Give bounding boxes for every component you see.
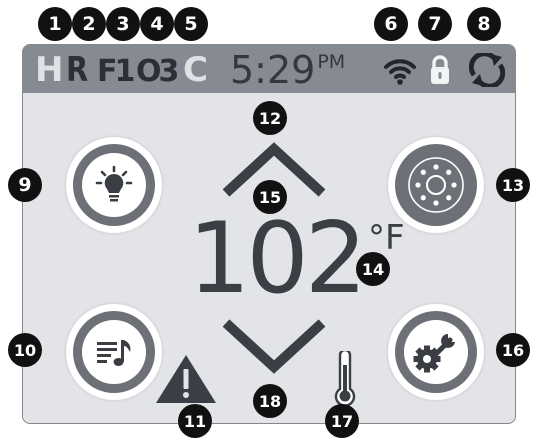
lock-icon <box>431 55 449 84</box>
callout-16: 16 <box>496 333 530 367</box>
jet-dot <box>420 195 426 201</box>
jet-dot <box>420 169 426 175</box>
jets-button-face <box>404 153 468 217</box>
jet-dot <box>415 182 421 188</box>
callout-14: 14 <box>356 252 390 286</box>
lightbulb-icon <box>95 165 133 202</box>
light-button-face <box>82 153 146 217</box>
status-bar: H R F1 O3 C 5:29 PM <box>23 45 515 93</box>
gear-tooth <box>413 356 421 362</box>
filter-indicator: F1 <box>97 54 135 89</box>
ready-indicator: R <box>66 50 89 90</box>
clock-time: 5:29 <box>230 48 316 92</box>
ozone-indicator: O3 <box>136 54 179 89</box>
callout-7: 7 <box>418 7 452 41</box>
light-button[interactable] <box>66 137 162 233</box>
callout-12: 12 <box>253 101 287 135</box>
music-icon <box>97 340 131 366</box>
callout-5: 5 <box>174 7 208 41</box>
sync-icon[interactable] <box>469 53 505 87</box>
callout-18: 18 <box>253 384 287 418</box>
callout-9: 9 <box>8 168 42 202</box>
callout-8: 8 <box>467 7 501 41</box>
callout-6: 6 <box>374 7 408 41</box>
callout-13: 13 <box>496 168 530 202</box>
gear-tooth <box>424 365 430 373</box>
jets-icon <box>408 157 464 213</box>
music-button[interactable] <box>66 304 162 400</box>
jet-dot <box>446 169 452 175</box>
callout-15: 15 <box>253 180 287 214</box>
callout-17: 17 <box>325 404 359 438</box>
heater-indicator: H <box>35 50 64 90</box>
chevron-down-icon[interactable] <box>220 317 328 375</box>
music-button-face <box>82 320 146 384</box>
thermometer-icon <box>334 351 356 407</box>
jet-dot <box>433 200 439 206</box>
clock: 5:29 PM <box>230 51 345 89</box>
jet-dot <box>451 182 457 188</box>
callout-3: 3 <box>106 7 140 41</box>
clock-period: PM <box>317 51 346 73</box>
temperature-value: 102 <box>188 202 367 316</box>
callout-11: 11 <box>178 404 212 438</box>
gear-tooth <box>424 345 430 353</box>
callout-4: 4 <box>140 7 174 41</box>
callout-2: 2 <box>72 7 106 41</box>
wifi-icon <box>384 59 416 85</box>
temperature-unit: °F <box>368 218 405 258</box>
settings-button-face <box>404 320 468 384</box>
settings-icon <box>413 334 455 373</box>
settings-button[interactable] <box>388 304 484 400</box>
jet-dot <box>446 195 452 201</box>
gear-tooth <box>433 356 441 362</box>
callout-1: 1 <box>38 7 72 41</box>
warning-icon[interactable] <box>154 353 218 405</box>
jet-dot <box>433 164 439 170</box>
clean-indicator: C <box>183 50 208 90</box>
callout-10: 10 <box>8 333 42 367</box>
